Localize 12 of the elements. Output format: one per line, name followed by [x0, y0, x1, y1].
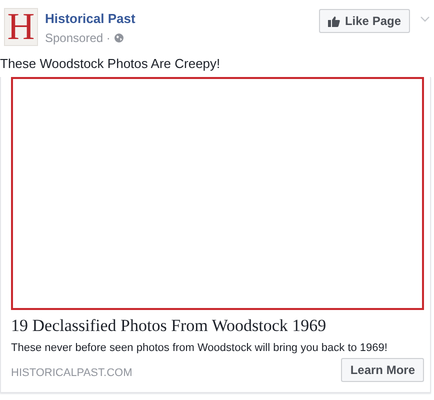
page-name[interactable]: Historical Past [45, 11, 136, 26]
sponsored-label: Sponsored · [45, 31, 112, 45]
globe-icon [114, 33, 124, 43]
like-page-button[interactable]: Like Page [318, 9, 410, 33]
page-logo[interactable]: H [4, 8, 38, 46]
link-description: These never before seen photos from Woodstock will bring you back to 1969! [11, 342, 388, 354]
link-domain: HISTORICALPAST.COM [11, 367, 132, 379]
link-title[interactable]: 19 Declassified Photos From Woodstock 1969 [11, 316, 424, 336]
thumbs-up-icon [328, 16, 340, 26]
learn-more-button[interactable]: Learn More [341, 358, 424, 382]
image-frame[interactable] [11, 77, 424, 310]
post-caption: These Woodstock Photos Are Creepy! [0, 56, 222, 71]
